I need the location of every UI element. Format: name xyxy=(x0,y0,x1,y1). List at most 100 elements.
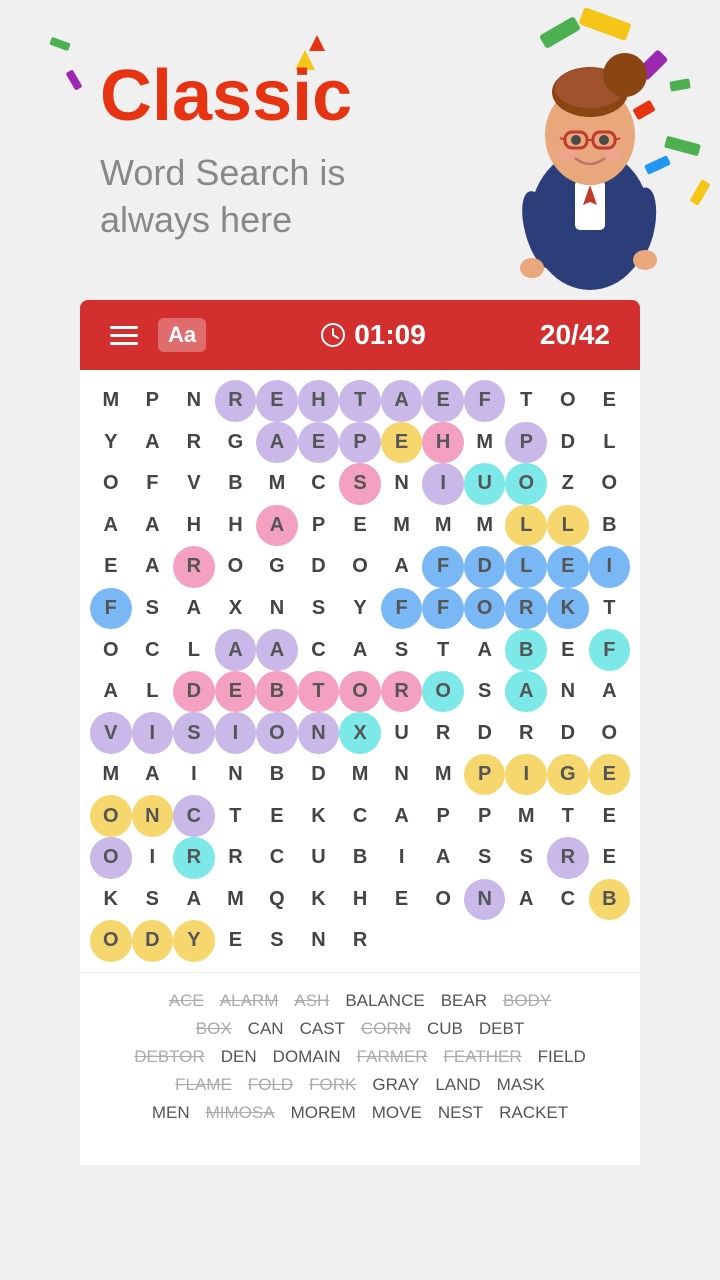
grid-cell[interactable]: O xyxy=(464,588,506,630)
grid-cell[interactable]: S xyxy=(339,463,381,505)
grid-cell[interactable]: O xyxy=(589,712,631,754)
grid-cell[interactable]: X xyxy=(339,712,381,754)
grid-cell[interactable]: K xyxy=(298,879,340,921)
grid-cell[interactable]: A xyxy=(381,546,423,588)
grid-cell[interactable]: A xyxy=(132,505,174,547)
font-button[interactable]: Aa xyxy=(158,318,206,352)
grid-cell[interactable]: K xyxy=(547,588,589,630)
grid-cell[interactable]: D xyxy=(298,754,340,796)
grid-cell[interactable]: A xyxy=(464,629,506,671)
grid-cell[interactable]: G xyxy=(547,754,589,796)
grid-cell[interactable]: N xyxy=(132,795,174,837)
grid-cell[interactable]: M xyxy=(215,879,257,921)
grid-cell[interactable]: S xyxy=(464,671,506,713)
grid-cell[interactable]: N xyxy=(173,380,215,422)
grid-cell[interactable]: E xyxy=(381,879,423,921)
grid-cell[interactable]: S xyxy=(173,712,215,754)
grid-cell[interactable]: D xyxy=(132,920,174,962)
grid-cell[interactable]: F xyxy=(422,588,464,630)
grid-cell[interactable]: D xyxy=(464,546,506,588)
grid-cell[interactable]: S xyxy=(256,920,298,962)
grid-cell[interactable]: R xyxy=(505,588,547,630)
grid-cell[interactable]: R xyxy=(173,546,215,588)
grid-cell[interactable]: L xyxy=(173,629,215,671)
grid-cell[interactable]: T xyxy=(215,795,257,837)
grid-cell[interactable]: C xyxy=(132,629,174,671)
grid-cell[interactable]: L xyxy=(589,422,631,464)
grid-cell[interactable]: H xyxy=(339,879,381,921)
grid-cell[interactable]: U xyxy=(381,712,423,754)
grid-cell[interactable]: A xyxy=(589,671,631,713)
grid-cell[interactable]: Y xyxy=(173,920,215,962)
grid-cell[interactable]: E xyxy=(256,380,298,422)
grid-cell[interactable]: C xyxy=(339,795,381,837)
grid-cell[interactable]: K xyxy=(90,879,132,921)
grid-cell[interactable]: N xyxy=(464,879,506,921)
grid-cell[interactable]: I xyxy=(422,463,464,505)
grid-cell[interactable]: M xyxy=(505,795,547,837)
grid-cell[interactable]: L xyxy=(547,505,589,547)
grid-cell[interactable]: T xyxy=(547,795,589,837)
grid-cell[interactable]: O xyxy=(90,795,132,837)
grid-cell[interactable]: A xyxy=(90,505,132,547)
grid-cell[interactable]: Y xyxy=(339,588,381,630)
grid-cell[interactable]: C xyxy=(256,837,298,879)
grid-cell[interactable]: B xyxy=(256,671,298,713)
grid-cell[interactable]: E xyxy=(422,380,464,422)
grid-cell[interactable]: L xyxy=(505,505,547,547)
grid-cell[interactable]: A xyxy=(132,422,174,464)
grid-cell[interactable]: A xyxy=(173,879,215,921)
grid-cell[interactable]: A xyxy=(381,795,423,837)
grid-cell[interactable]: E xyxy=(339,505,381,547)
grid-cell[interactable]: E xyxy=(547,546,589,588)
grid-cell[interactable]: T xyxy=(505,380,547,422)
grid-cell[interactable]: A xyxy=(90,671,132,713)
grid-cell[interactable]: B xyxy=(505,629,547,671)
grid-cell[interactable]: I xyxy=(381,837,423,879)
grid-cell[interactable]: R xyxy=(422,712,464,754)
grid-cell[interactable]: E xyxy=(589,837,631,879)
menu-button[interactable] xyxy=(110,326,138,345)
grid-cell[interactable]: A xyxy=(505,879,547,921)
grid-cell[interactable]: A xyxy=(132,546,174,588)
grid-cell[interactable]: R xyxy=(173,837,215,879)
grid-cell[interactable]: H xyxy=(298,380,340,422)
grid-cell[interactable]: H xyxy=(173,505,215,547)
grid-cell[interactable]: U xyxy=(298,837,340,879)
grid-cell[interactable]: S xyxy=(298,588,340,630)
grid-cell[interactable]: M xyxy=(90,380,132,422)
grid-cell[interactable]: D xyxy=(547,422,589,464)
grid-cell[interactable]: H xyxy=(215,505,257,547)
grid-cell[interactable]: O xyxy=(422,671,464,713)
grid-cell[interactable]: O xyxy=(422,879,464,921)
grid-cell[interactable]: F xyxy=(589,629,631,671)
grid-cell[interactable]: A xyxy=(339,629,381,671)
grid-cell[interactable]: M xyxy=(339,754,381,796)
grid-cell[interactable]: B xyxy=(589,879,631,921)
grid-cell[interactable]: I xyxy=(132,837,174,879)
grid-cell[interactable]: P xyxy=(464,754,506,796)
grid-cell[interactable]: F xyxy=(132,463,174,505)
grid-cell[interactable]: M xyxy=(464,505,506,547)
grid-cell[interactable]: D xyxy=(298,546,340,588)
grid-cell[interactable]: F xyxy=(381,588,423,630)
grid-cell[interactable]: A xyxy=(422,837,464,879)
grid-cell[interactable]: N xyxy=(381,463,423,505)
grid-cell[interactable]: O xyxy=(339,546,381,588)
grid-cell[interactable]: H xyxy=(422,422,464,464)
grid-cell[interactable]: B xyxy=(256,754,298,796)
grid-cell[interactable]: L xyxy=(505,546,547,588)
grid-cell[interactable]: I xyxy=(215,712,257,754)
grid-cell[interactable]: T xyxy=(589,588,631,630)
grid-cell[interactable]: T xyxy=(339,380,381,422)
grid-cell[interactable]: C xyxy=(547,879,589,921)
grid-cell[interactable]: P xyxy=(339,422,381,464)
grid-cell[interactable]: G xyxy=(256,546,298,588)
grid-cell[interactable]: S xyxy=(132,879,174,921)
grid-cell[interactable]: B xyxy=(339,837,381,879)
grid-cell[interactable]: R xyxy=(339,920,381,962)
grid-cell[interactable]: A xyxy=(256,422,298,464)
grid-cell[interactable]: O xyxy=(215,546,257,588)
grid-cell[interactable]: R xyxy=(215,837,257,879)
grid-cell[interactable]: N xyxy=(298,712,340,754)
